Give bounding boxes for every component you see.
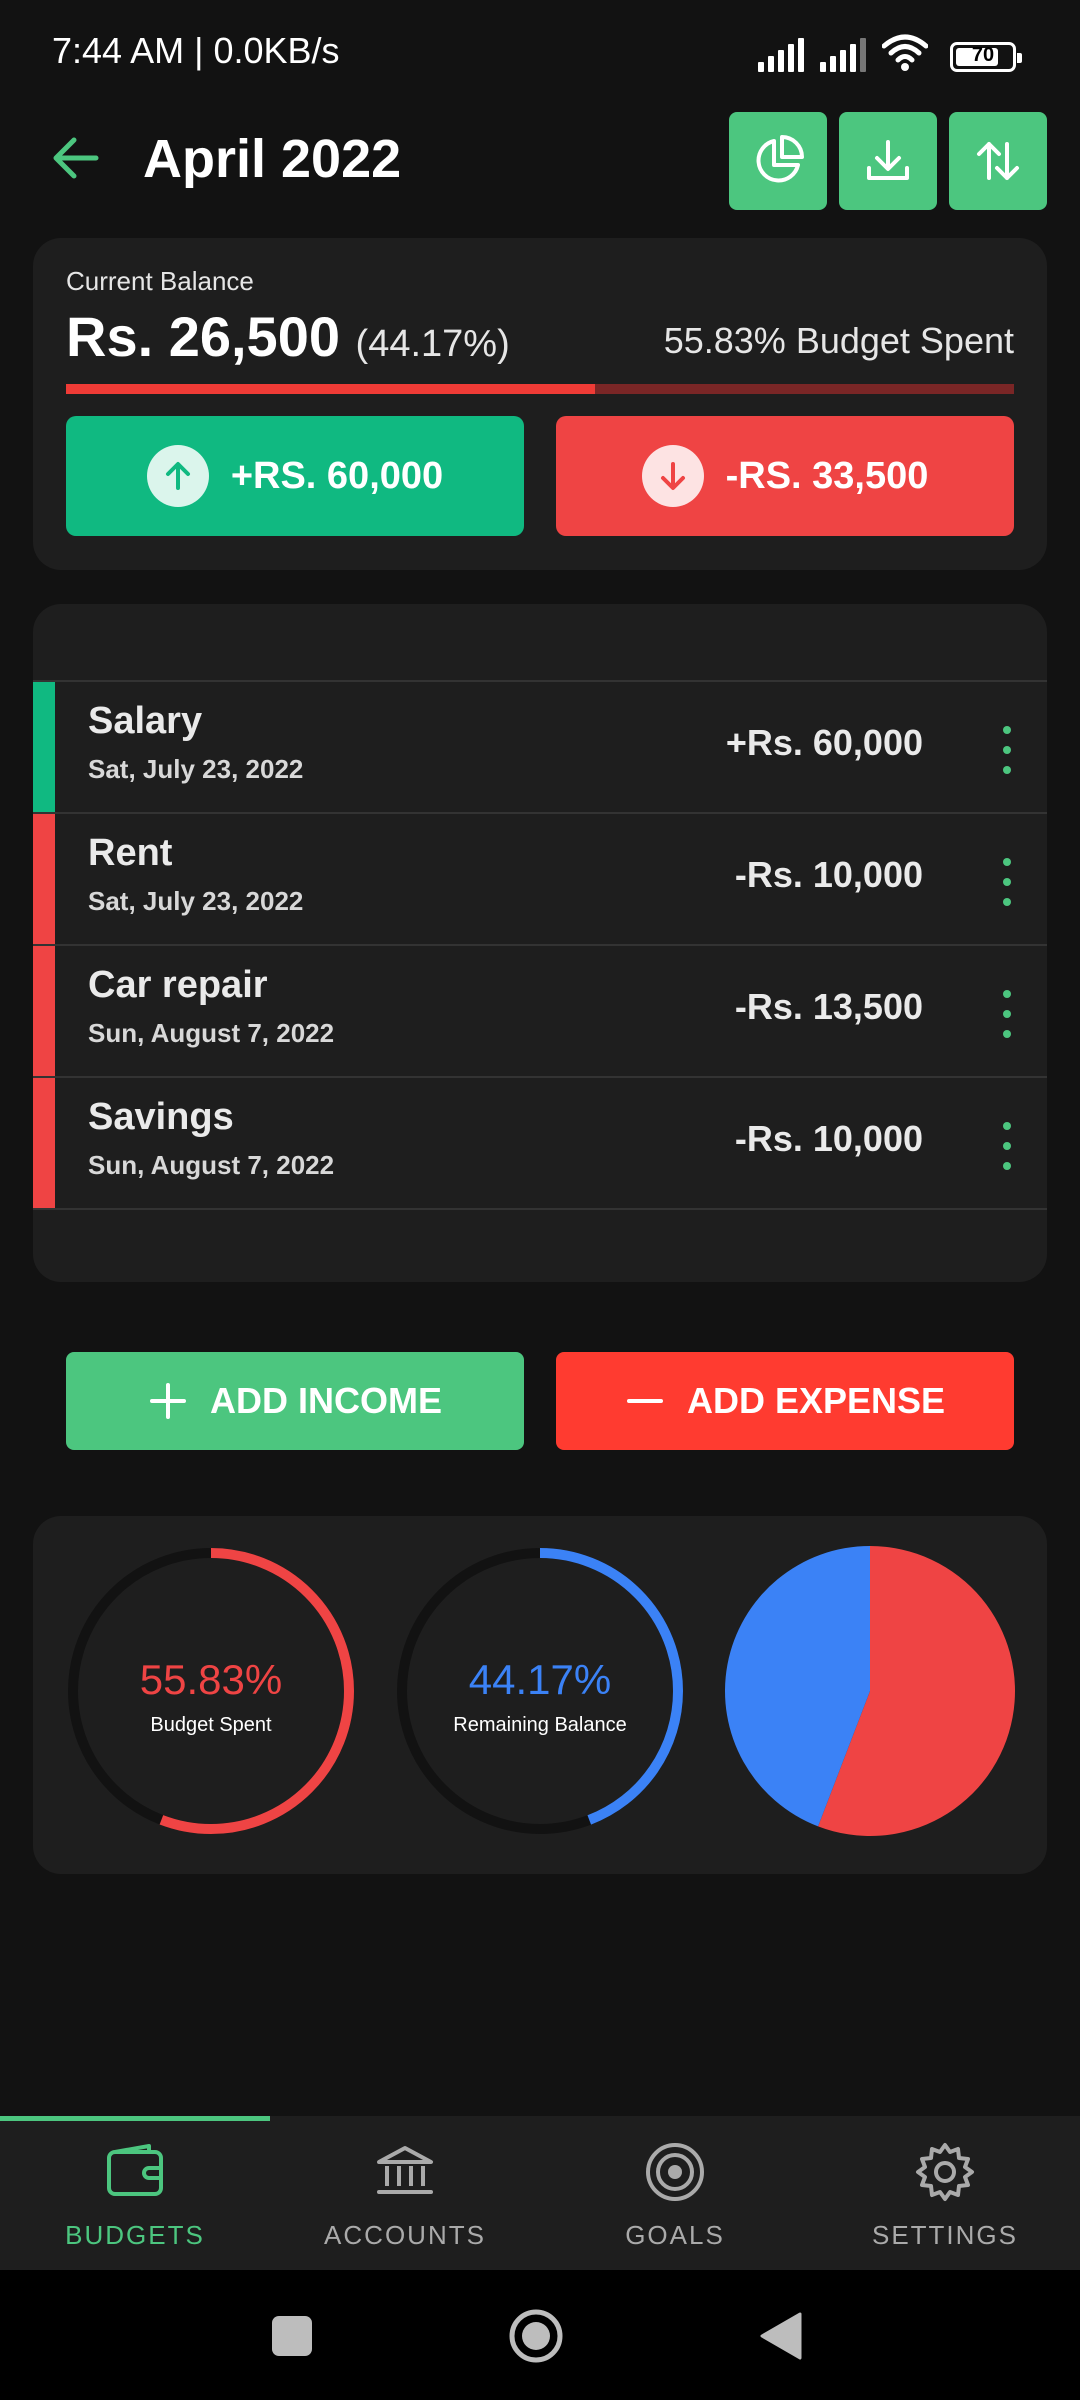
- transaction-name: Rent: [88, 832, 173, 874]
- transaction-name: Car repair: [88, 964, 268, 1006]
- transaction-date: Sat, July 23, 2022: [88, 754, 304, 784]
- pie-chart-icon: [756, 135, 804, 183]
- budget-spent-ring: 55.83% Budget Spent: [66, 1546, 356, 1836]
- battery-icon: 70: [950, 42, 1022, 72]
- more-vert-icon[interactable]: [997, 1122, 1017, 1170]
- sort-button[interactable]: [949, 112, 1047, 210]
- add-income-label: ADD INCOME: [210, 1380, 442, 1421]
- transaction-name: Savings: [88, 1096, 234, 1138]
- transactions-card: Salary Sat, July 23, 2022 +Rs. 60,000 Re…: [33, 604, 1047, 1282]
- transaction-list: Salary Sat, July 23, 2022 +Rs. 60,000 Re…: [33, 680, 1047, 1210]
- balance-label: Current Balance: [66, 266, 254, 296]
- nav-item-goals[interactable]: GOALS: [540, 2116, 810, 2270]
- download-button[interactable]: [839, 112, 937, 210]
- more-vert-icon[interactable]: [997, 726, 1017, 774]
- nav-label-budgets: BUDGETS: [65, 2220, 205, 2250]
- transaction-type-stripe: [33, 682, 55, 812]
- page-title: April 2022: [143, 129, 402, 189]
- home-icon[interactable]: [508, 2308, 564, 2364]
- income-total-button[interactable]: +RS. 60,000: [66, 416, 524, 536]
- nav-item-settings[interactable]: SETTINGS: [810, 2116, 1080, 2270]
- transaction-amount: +Rs. 60,000: [725, 722, 923, 763]
- remaining-balance-label: Remaining Balance: [453, 1714, 627, 1736]
- transaction-row[interactable]: Rent Sat, July 23, 2022 -Rs. 10,000: [33, 814, 1047, 946]
- budget-spent-label: Budget Spent: [150, 1714, 272, 1736]
- remaining-balance-ring: 44.17% Remaining Balance: [395, 1546, 685, 1836]
- minus-icon: [626, 1399, 663, 1403]
- transaction-date: Sat, July 23, 2022: [88, 886, 304, 916]
- balance-card: Current Balance Rs. 26,500 (44.17%) 55.8…: [33, 238, 1047, 570]
- transaction-amount: -Rs. 13,500: [734, 986, 923, 1027]
- balance-value: Rs. 26,500: [66, 305, 340, 368]
- transaction-date: Sun, August 7, 2022: [88, 1018, 335, 1048]
- gear-icon: [916, 2143, 974, 2201]
- budget-spent-value: 55.83%: [139, 1656, 283, 1703]
- download-icon: [867, 140, 909, 180]
- plus-icon: [150, 1383, 186, 1419]
- arrow-up-circle-icon: [146, 445, 209, 507]
- more-vert-icon[interactable]: [997, 990, 1017, 1038]
- transaction-date: Sun, August 7, 2022: [88, 1150, 335, 1180]
- signal-icon-2: [820, 38, 866, 72]
- transaction-row[interactable]: Salary Sat, July 23, 2022 +Rs. 60,000: [33, 682, 1047, 814]
- transaction-row[interactable]: Car repair Sun, August 7, 2022 -Rs. 13,5…: [33, 946, 1047, 1078]
- more-vert-icon[interactable]: [997, 858, 1017, 906]
- transaction-amount: -Rs. 10,000: [734, 854, 923, 895]
- add-expense-label: ADD EXPENSE: [686, 1380, 946, 1421]
- budget-spent-text: 55.83% Budget Spent: [663, 320, 1014, 361]
- status-time: 7:44 AM | 0.0KB/s: [52, 30, 340, 71]
- sort-arrows-icon: [977, 142, 1019, 180]
- transaction-type-stripe: [33, 946, 55, 1076]
- transaction-type-stripe: [33, 814, 55, 944]
- back-triangle-icon[interactable]: [758, 2310, 804, 2362]
- budget-progress-fill: [66, 384, 596, 394]
- transaction-row[interactable]: Savings Sun, August 7, 2022 -Rs. 10,000: [33, 1078, 1047, 1210]
- nav-label-goals: GOALS: [625, 2220, 725, 2250]
- system-navigation-bar: [0, 2270, 1080, 2400]
- bank-icon: [377, 2146, 433, 2194]
- remaining-balance-value: 44.17%: [468, 1656, 612, 1703]
- arrow-down-circle-icon: [641, 445, 704, 507]
- status-icons: 70: [758, 32, 1022, 72]
- recents-icon[interactable]: [270, 2314, 314, 2358]
- stats-card: 55.83% Budget Spent 44.17% Remaining Bal…: [33, 1516, 1047, 1874]
- wifi-icon: [882, 34, 928, 71]
- pie-chart: [725, 1546, 1015, 1836]
- nav-label-settings: SETTINGS: [871, 2220, 1018, 2250]
- header: April 2022: [0, 100, 1080, 230]
- add-income-button[interactable]: ADD INCOME: [66, 1352, 524, 1450]
- target-icon: [646, 2143, 704, 2201]
- transaction-type-stripe: [33, 1078, 55, 1208]
- add-expense-button[interactable]: ADD EXPENSE: [556, 1352, 1014, 1450]
- expense-total-label: -RS. 33,500: [725, 454, 929, 497]
- balance-amount: Rs. 26,500 (44.17%): [66, 304, 510, 369]
- budget-progress-bar: [66, 384, 1014, 394]
- nav-label-accounts: ACCOUNTS: [324, 2220, 486, 2250]
- battery-level: 70: [971, 44, 995, 66]
- nav-item-budgets[interactable]: BUDGETS: [0, 2116, 270, 2270]
- transaction-name: Salary: [88, 700, 203, 742]
- balance-percent: (44.17%): [355, 323, 510, 365]
- nav-item-accounts[interactable]: ACCOUNTS: [270, 2116, 540, 2270]
- back-arrow-icon[interactable]: [46, 128, 106, 188]
- bottom-navigation: BUDGETS ACCOUNTS GOALS SETTINGS: [0, 2116, 1080, 2270]
- pie-chart-button[interactable]: [729, 112, 827, 210]
- wallet-icon: [107, 2144, 163, 2196]
- status-bar: 7:44 AM | 0.0KB/s 70: [0, 0, 1080, 100]
- income-total-label: +RS. 60,000: [230, 454, 444, 497]
- transaction-amount: -Rs. 10,000: [734, 1118, 923, 1159]
- signal-icon: [758, 38, 804, 72]
- expense-total-button[interactable]: -RS. 33,500: [556, 416, 1014, 536]
